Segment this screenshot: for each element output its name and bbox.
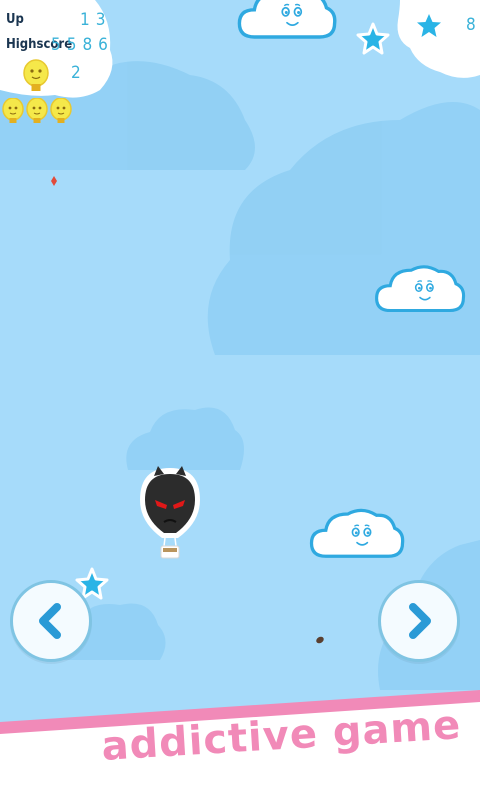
debris: [316, 636, 324, 644]
star-counter-icon: [417, 14, 441, 37]
lightbulb-life-icon: [26, 98, 48, 124]
lives-row: [2, 98, 72, 124]
move-left-button[interactable]: [10, 580, 92, 662]
chevron-right-icon: [409, 603, 431, 639]
bulb-count: 2: [71, 63, 87, 83]
move-right-button[interactable]: [378, 580, 460, 662]
lightbulb-life-icon: [50, 98, 72, 124]
happy-cloud: [309, 508, 405, 558]
player-balloon: [140, 466, 200, 559]
game-scene: [0, 0, 480, 690]
debris: [51, 176, 57, 186]
star-pickup: [356, 22, 390, 55]
star-count: 8: [466, 15, 476, 35]
up-value: 13: [80, 10, 112, 30]
lightbulb-icon: [23, 59, 49, 91]
chevron-left-icon: [39, 603, 61, 639]
happy-cloud: [237, 0, 337, 39]
up-label: Up: [6, 12, 24, 27]
lightbulb-life-icon: [2, 98, 24, 124]
highscore-value: 5586: [51, 35, 114, 55]
